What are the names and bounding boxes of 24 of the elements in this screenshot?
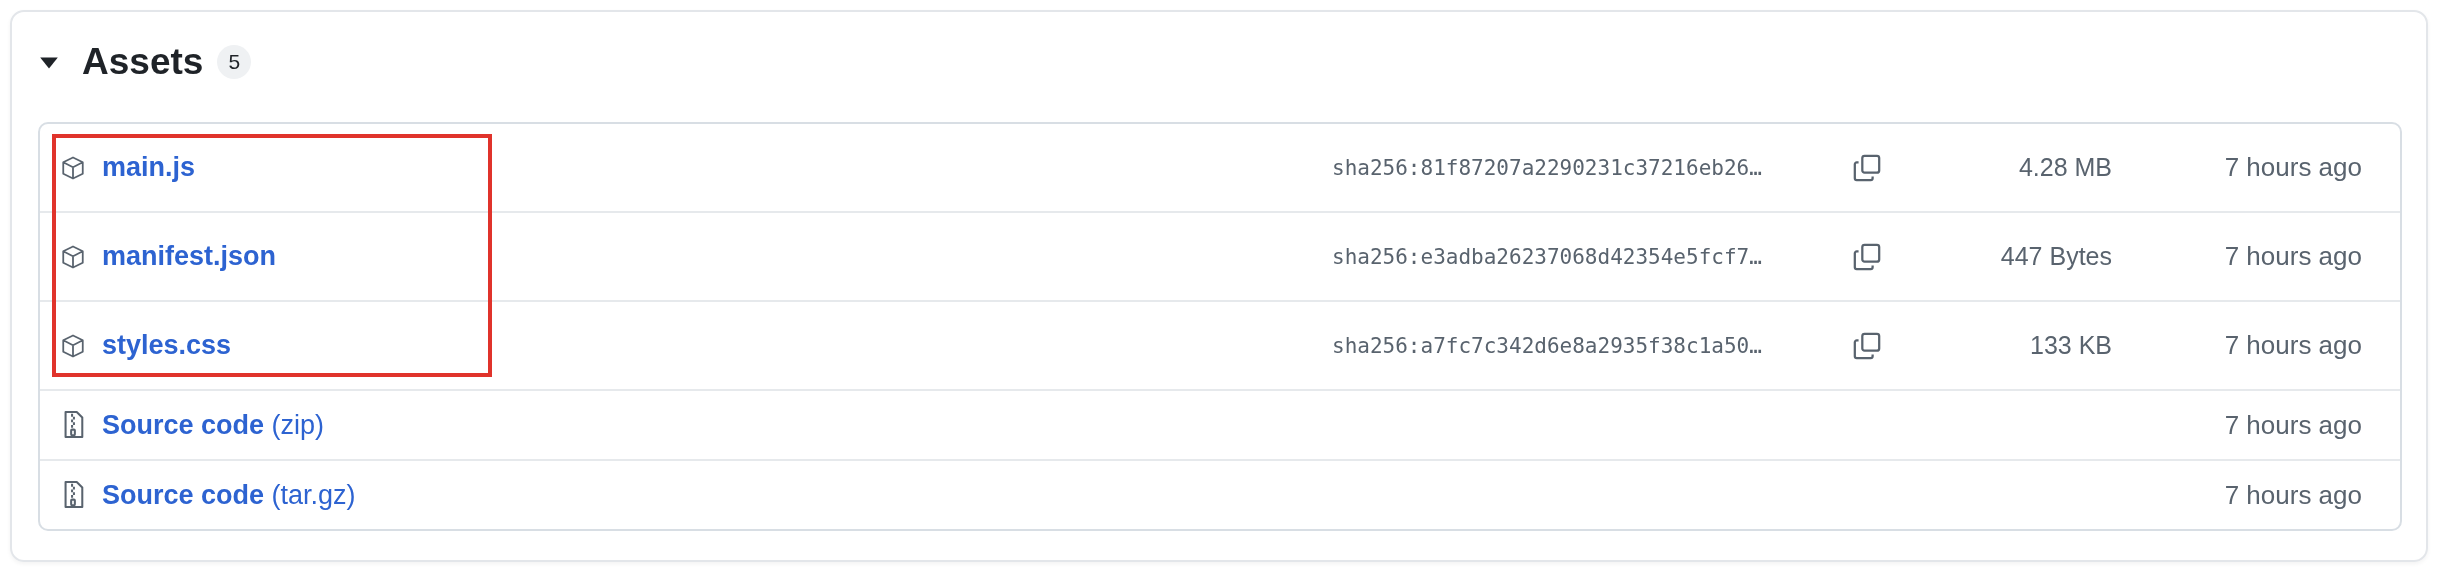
file-size: 4.28 MB xyxy=(2017,153,2112,182)
copy-icon[interactable] xyxy=(1852,152,1882,183)
asset-link[interactable]: styles.css xyxy=(102,330,232,361)
package-icon xyxy=(60,154,86,181)
date-text: 7 hours ago xyxy=(2223,330,2362,361)
copy-icon[interactable] xyxy=(1852,241,1882,272)
file-size: 133 KB xyxy=(2029,331,2112,360)
count-badge: 5 xyxy=(217,45,252,79)
section-title: Assets xyxy=(82,41,204,83)
hash-text: sha256:e3adba26237068d42354e5fcf7… xyxy=(1332,244,1763,269)
date-text: 7 hours ago xyxy=(2223,241,2362,272)
file-size: 447 Bytes xyxy=(1999,242,2112,271)
source-link[interactable]: Source code (zip) xyxy=(102,409,325,441)
package-icon xyxy=(60,243,86,270)
date-text: 7 hours ago xyxy=(2223,409,2362,441)
package-icon xyxy=(60,332,86,359)
copy-icon[interactable] xyxy=(1852,330,1882,361)
hash-text: sha256:81f87207a2290231c37216eb26… xyxy=(1332,155,1763,180)
source-link[interactable]: Source code (tar.gz) xyxy=(102,479,356,511)
asset-link[interactable]: manifest.json xyxy=(102,241,277,272)
asset-link[interactable]: main.js xyxy=(102,152,196,183)
date-text: 7 hours ago xyxy=(2223,479,2362,511)
hash-text: sha256:a7fc7c342d6e8a2935f38c1a50… xyxy=(1332,333,1763,358)
date-text: 7 hours ago xyxy=(2223,152,2362,183)
